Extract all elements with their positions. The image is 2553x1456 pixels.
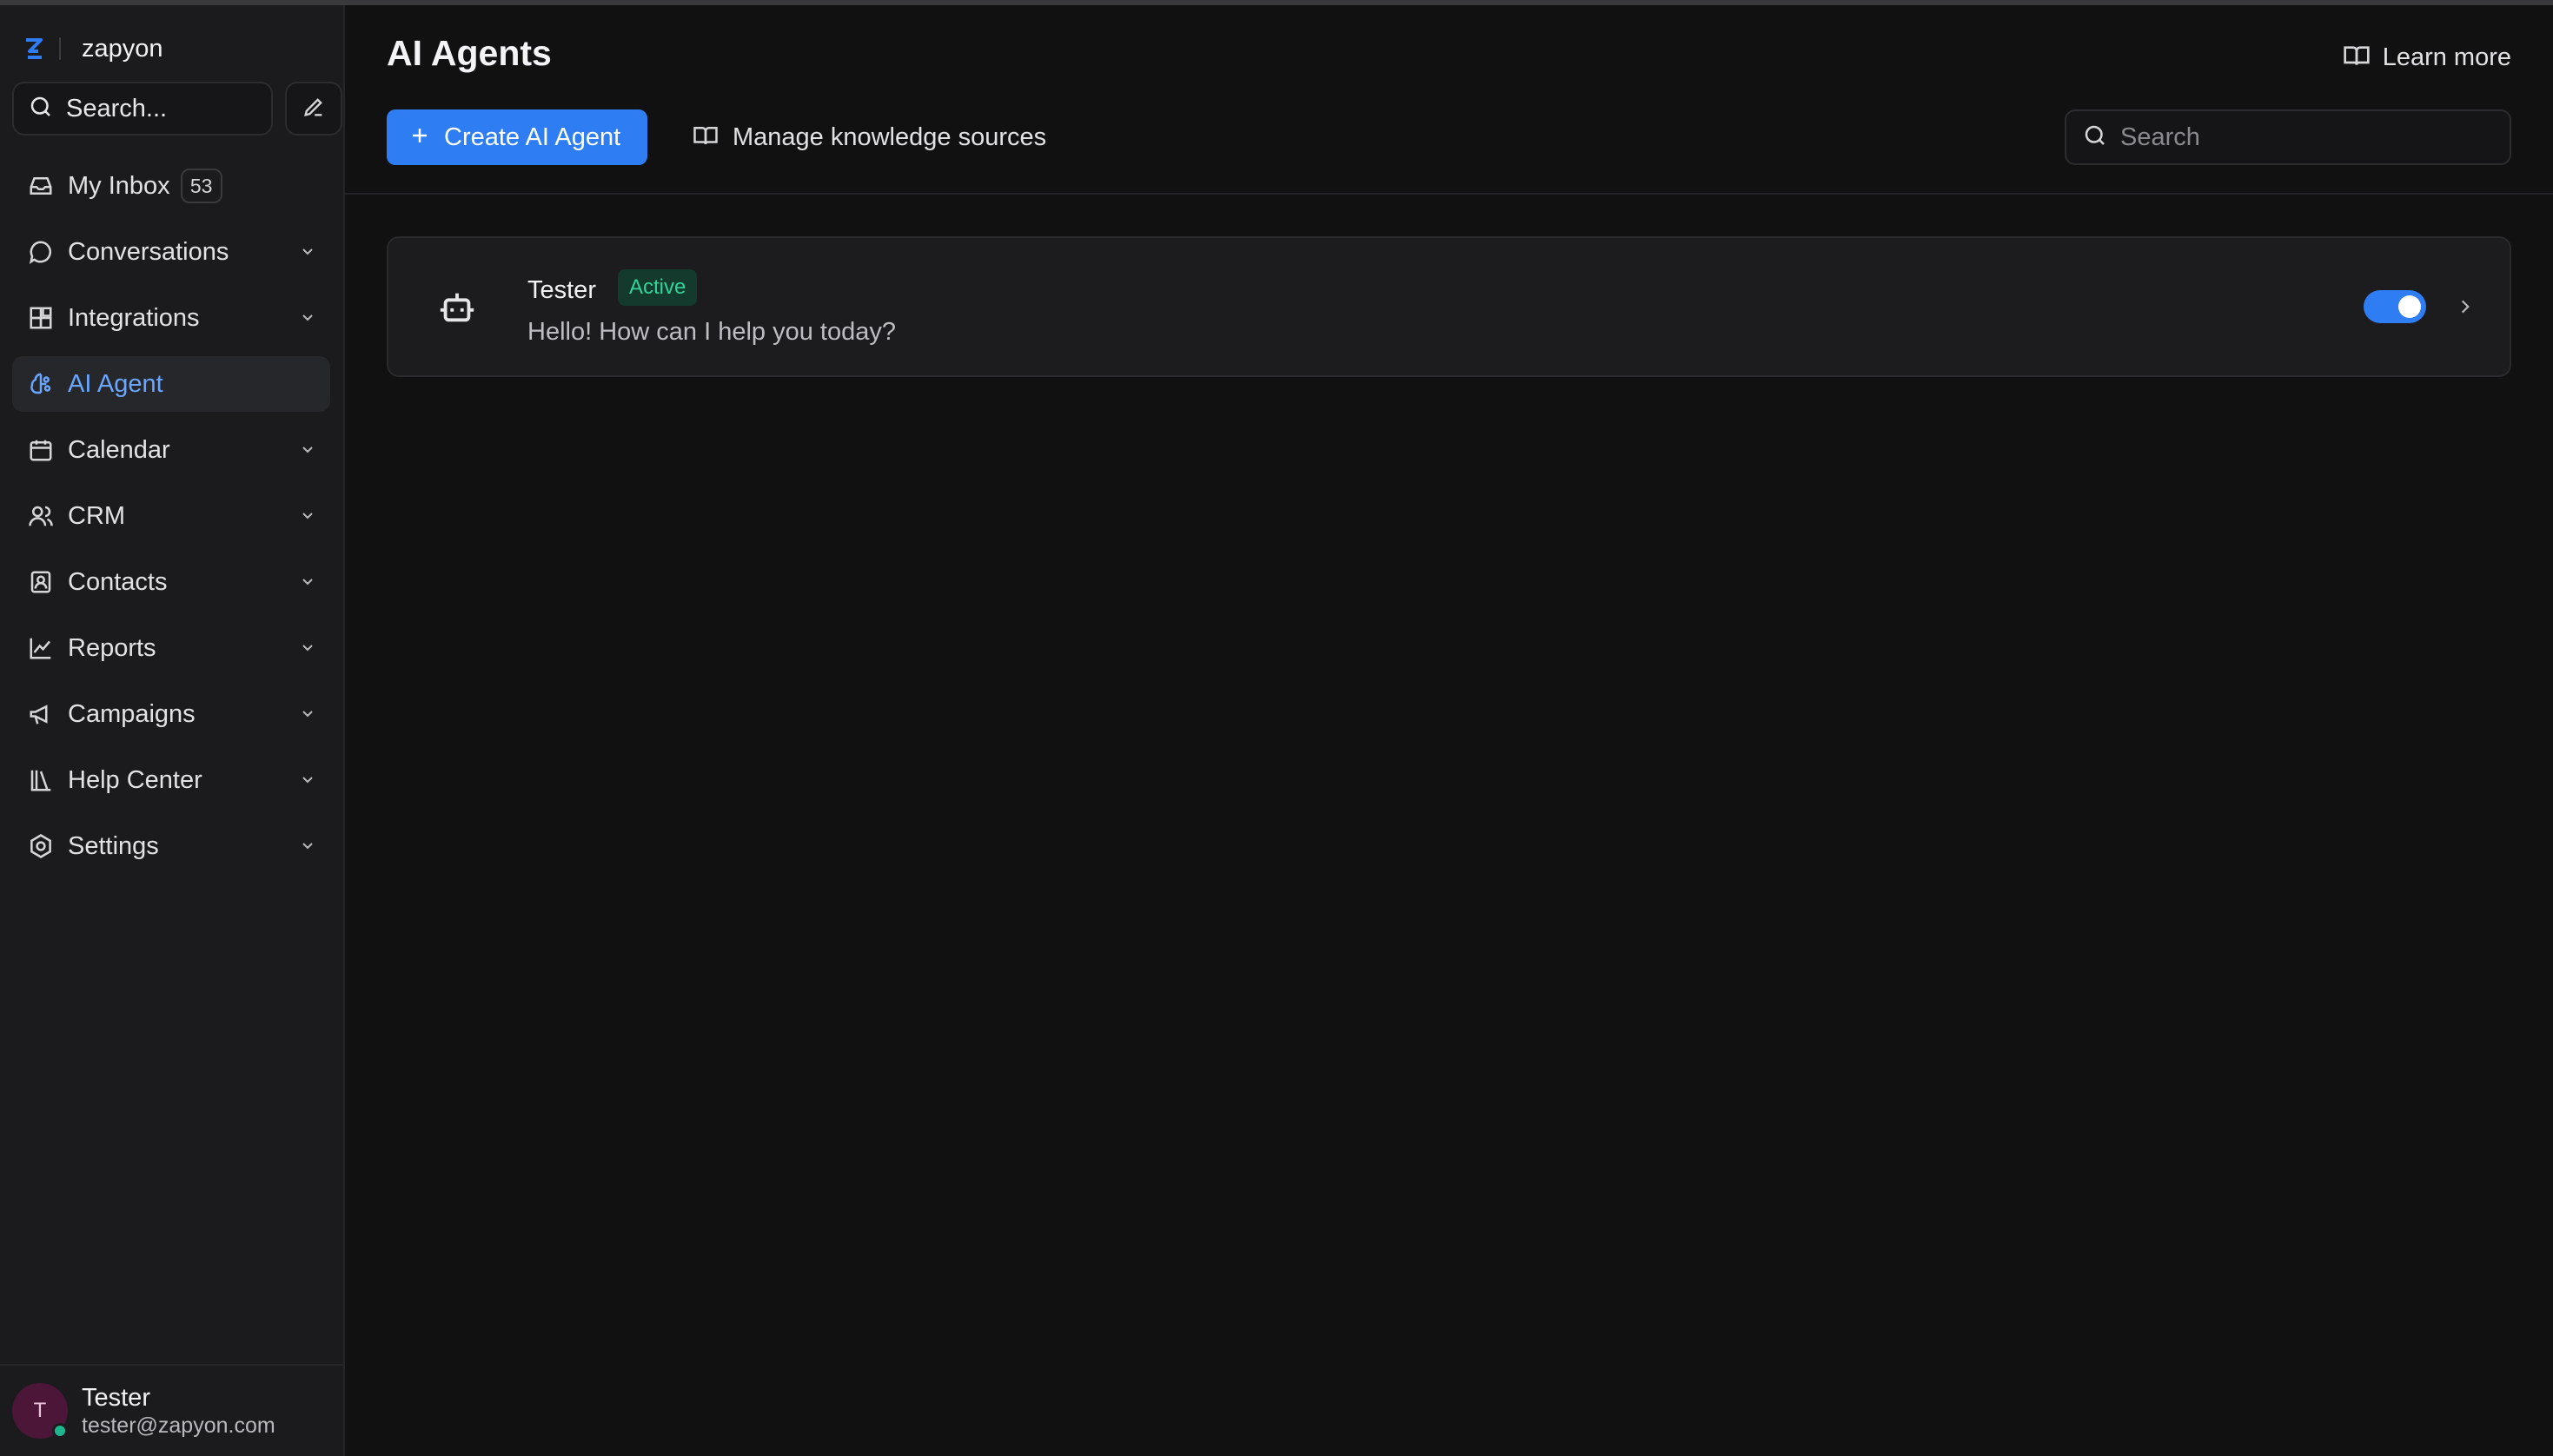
agent-description: Hello! How can I help you today? — [527, 318, 896, 346]
sidebar-search[interactable]: Search... — [12, 82, 273, 136]
agent-search-input[interactable] — [2120, 122, 2485, 152]
manage-knowledge-sources-button[interactable]: Manage knowledge sources — [693, 109, 1046, 165]
book-open-icon — [693, 122, 719, 153]
avatar-initial: T — [33, 1399, 47, 1422]
chat-icon — [26, 237, 56, 267]
toggle-knob — [2398, 295, 2421, 318]
sidebar-item-label: Calendar — [68, 435, 170, 464]
page-title: AI Agents — [387, 33, 552, 73]
chevron-down-icon — [302, 314, 313, 321]
chevron-down-icon — [302, 843, 313, 850]
sidebar-item-label: Settings — [68, 831, 159, 860]
sidebar-item-conversations[interactable]: Conversations — [12, 224, 330, 280]
sidebar-item-label: Reports — [68, 633, 156, 662]
brand-separator — [59, 37, 61, 60]
brand-name: zapyon — [82, 34, 163, 63]
app: zapyon Search... My Inbox 53 Conversatio… — [0, 5, 2553, 1456]
sidebar-item-campaigns[interactable]: Campaigns — [12, 686, 330, 742]
user-name: Tester — [82, 1384, 150, 1412]
chevron-down-icon — [302, 579, 313, 586]
chevron-down-icon — [302, 447, 313, 453]
sidebar-item-label: AI Agent — [68, 369, 163, 398]
plus-icon — [409, 125, 430, 150]
search-icon — [2082, 122, 2108, 153]
user-text: Tester tester@zapyon.com — [82, 1383, 275, 1439]
sidebar-item-contacts[interactable]: Contacts — [12, 554, 330, 610]
contact-card-icon — [26, 567, 56, 597]
manage-knowledge-sources-label: Manage knowledge sources — [733, 122, 1047, 151]
pencil-icon — [302, 95, 326, 123]
calendar-icon — [26, 435, 56, 465]
zapyon-logo-icon — [24, 37, 43, 60]
sidebar-item-label: CRM — [68, 501, 126, 530]
book-open-icon — [2343, 42, 2371, 74]
sidebar-item-help-center[interactable]: Help Center — [12, 752, 330, 808]
ai-agent-icon — [26, 369, 56, 399]
integrations-icon — [26, 303, 56, 333]
sidebar-item-ai-agent[interactable]: AI Agent — [12, 356, 330, 412]
inbox-icon — [26, 171, 56, 201]
avatar: T — [12, 1383, 68, 1439]
sidebar: zapyon Search... My Inbox 53 Conversatio… — [0, 5, 345, 1456]
learn-more-label: Learn more — [2382, 43, 2511, 71]
main-content: AI Agents Learn more Create AI Agent Man… — [345, 5, 2553, 1456]
sidebar-item-my-inbox[interactable]: My Inbox 53 — [12, 158, 330, 214]
online-status-dot — [52, 1423, 68, 1439]
chevron-down-icon — [302, 248, 313, 255]
chevron-right-icon[interactable] — [2456, 297, 2475, 316]
brand[interactable]: zapyon — [24, 26, 163, 71]
sidebar-item-label: My Inbox — [68, 171, 170, 200]
agent-name: Tester — [527, 276, 596, 304]
agent-search[interactable] — [2065, 109, 2511, 165]
sidebar-item-crm[interactable]: CRM — [12, 488, 330, 544]
header-divider — [345, 193, 2553, 195]
megaphone-icon — [26, 699, 56, 729]
sidebar-item-calendar[interactable]: Calendar — [12, 422, 330, 478]
sidebar-search-row: Search... — [12, 82, 342, 136]
bot-icon — [440, 293, 474, 322]
user-email: tester@zapyon.com — [82, 1413, 275, 1438]
user-profile[interactable]: T Tester tester@zapyon.com — [0, 1364, 343, 1456]
search-icon — [28, 94, 54, 124]
library-icon — [26, 765, 56, 795]
sidebar-item-label: Help Center — [68, 765, 202, 794]
chart-icon — [26, 633, 56, 663]
agent-card[interactable]: Tester Active Hello! How can I help you … — [387, 236, 2511, 377]
sidebar-nav: My Inbox 53 Conversations Integrations A… — [12, 158, 330, 884]
compose-button[interactable] — [285, 82, 342, 136]
sidebar-search-label: Search... — [66, 94, 168, 122]
sidebar-item-label: Contacts — [68, 567, 168, 596]
status-badge: Active — [618, 269, 698, 306]
sidebar-item-reports[interactable]: Reports — [12, 620, 330, 676]
agent-enabled-toggle[interactable] — [2364, 290, 2426, 323]
learn-more-link[interactable]: Learn more — [2343, 42, 2511, 74]
chevron-down-icon — [302, 513, 313, 520]
inbox-count-badge: 53 — [180, 169, 222, 203]
settings-icon — [26, 831, 56, 861]
create-ai-agent-button[interactable]: Create AI Agent — [387, 109, 647, 165]
users-icon — [26, 501, 56, 531]
sidebar-item-label: Integrations — [68, 303, 200, 332]
chevron-down-icon — [302, 711, 313, 718]
sidebar-item-integrations[interactable]: Integrations — [12, 290, 330, 346]
sidebar-item-settings[interactable]: Settings — [12, 818, 330, 874]
sidebar-item-label: Conversations — [68, 237, 229, 266]
create-ai-agent-label: Create AI Agent — [444, 122, 621, 151]
chevron-down-icon — [302, 645, 313, 652]
sidebar-item-label: Campaigns — [68, 699, 196, 728]
chevron-down-icon — [302, 777, 313, 784]
